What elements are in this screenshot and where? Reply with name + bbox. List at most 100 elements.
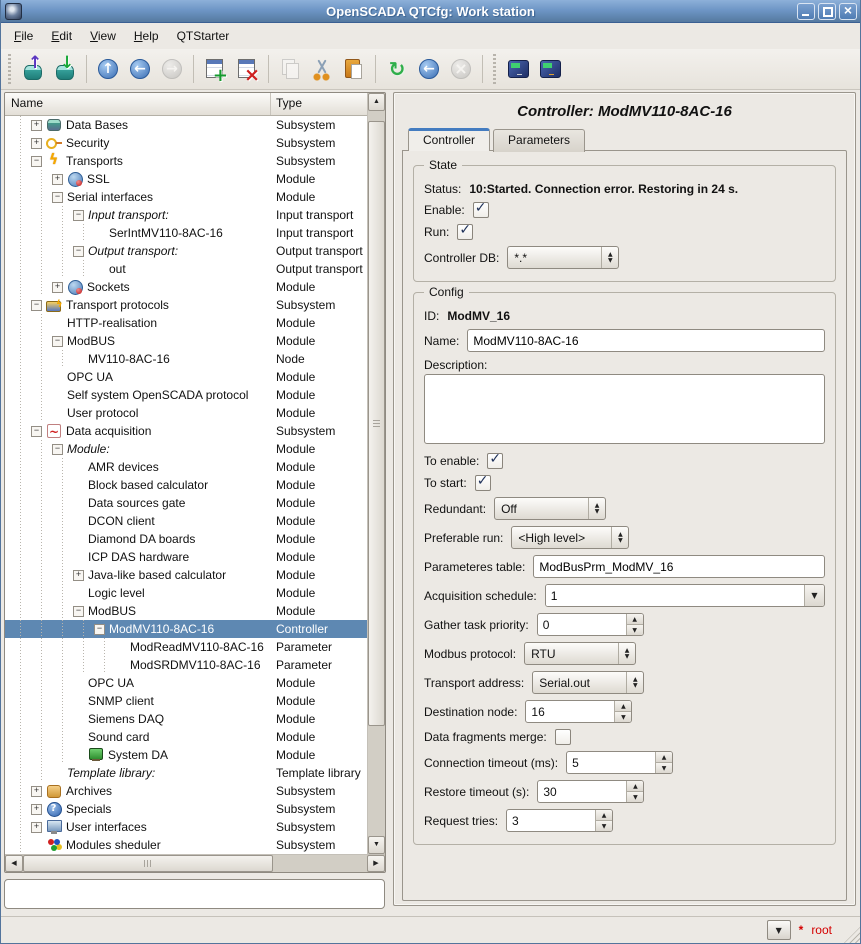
collapse-icon[interactable]: − bbox=[31, 156, 42, 167]
status-dropdown-button[interactable] bbox=[767, 920, 791, 940]
tree-row[interactable]: Self system OpenSCADA protocolModule bbox=[5, 386, 367, 404]
tree-row[interactable]: MV110-8AC-16Node bbox=[5, 350, 367, 368]
to-enable-checkbox[interactable] bbox=[487, 453, 503, 469]
spin-up-icon[interactable]: ▲ bbox=[627, 614, 643, 624]
tree-row[interactable]: −Transport protocolsSubsystem bbox=[5, 296, 367, 314]
tree-row[interactable]: Block based calculatorModule bbox=[5, 476, 367, 494]
scroll-down-icon[interactable] bbox=[368, 836, 385, 854]
name-field[interactable] bbox=[467, 329, 825, 352]
tab-controller[interactable]: Controller bbox=[408, 128, 490, 151]
tree-row[interactable]: Siemens DAQModule bbox=[5, 710, 367, 728]
tree-row[interactable]: SerIntMV110-8AC-16Input transport bbox=[5, 224, 367, 242]
tree-row[interactable]: ModSRDMV110-8AC-16Parameter bbox=[5, 656, 367, 674]
resize-grip[interactable] bbox=[844, 927, 860, 943]
toolbar-handle[interactable] bbox=[491, 54, 499, 84]
collapse-icon[interactable]: − bbox=[73, 210, 84, 221]
add-item-button[interactable] bbox=[200, 54, 230, 84]
tree-row[interactable]: Sound cardModule bbox=[5, 728, 367, 746]
horizontal-scroll-track[interactable] bbox=[23, 855, 367, 872]
menu-file[interactable]: File bbox=[5, 26, 42, 46]
controller-db-combo[interactable]: *.* bbox=[507, 246, 619, 269]
combo-arrows-icon[interactable] bbox=[611, 527, 628, 548]
to-start-checkbox[interactable] bbox=[475, 475, 491, 491]
tree-row[interactable]: System DAModule bbox=[5, 746, 367, 764]
delete-item-button[interactable] bbox=[232, 54, 262, 84]
tree-row[interactable]: User protocolModule bbox=[5, 404, 367, 422]
menu-qtstarter[interactable]: QTStarter bbox=[168, 26, 239, 46]
redundant-combo[interactable]: Off bbox=[494, 497, 606, 520]
tree-row[interactable]: HTTP-realisationModule bbox=[5, 314, 367, 332]
tree-horizontal-scrollbar[interactable] bbox=[5, 854, 385, 872]
dropdown-arrow-icon[interactable] bbox=[804, 585, 824, 606]
collapse-icon[interactable]: − bbox=[52, 336, 63, 347]
destination-node-stepper[interactable]: 16 ▲▼ bbox=[525, 700, 632, 723]
refresh-button[interactable] bbox=[382, 54, 412, 84]
tree-row[interactable]: −Data acquisitionSubsystem bbox=[5, 422, 367, 440]
save-to-db-button[interactable] bbox=[50, 54, 80, 84]
scroll-up-icon[interactable] bbox=[368, 93, 385, 111]
tree-row[interactable]: +User interfacesSubsystem bbox=[5, 818, 367, 836]
tree-row[interactable]: OPC UAModule bbox=[5, 674, 367, 692]
tree-row[interactable]: Diamond DA boardsModule bbox=[5, 530, 367, 548]
close-button[interactable] bbox=[839, 3, 857, 20]
transport-address-combo[interactable]: Serial.out bbox=[532, 671, 644, 694]
request-tries-stepper[interactable]: 3 ▲▼ bbox=[506, 809, 613, 832]
tree-row[interactable]: −ModBUSModule bbox=[5, 602, 367, 620]
tree-row[interactable]: −Module:Module bbox=[5, 440, 367, 458]
expand-icon[interactable]: + bbox=[52, 174, 63, 185]
tree-row[interactable]: −Input transport:Input transport bbox=[5, 206, 367, 224]
collapse-icon[interactable]: − bbox=[52, 192, 63, 203]
tree-row[interactable]: +SSLModule bbox=[5, 170, 367, 188]
spin-down-icon[interactable]: ▼ bbox=[596, 820, 612, 831]
tree-row[interactable]: −TransportsSubsystem bbox=[5, 152, 367, 170]
tree-edit-input[interactable] bbox=[4, 879, 385, 909]
collapse-icon[interactable]: − bbox=[73, 606, 84, 617]
paste-item-button[interactable] bbox=[339, 54, 369, 84]
run-checkbox[interactable] bbox=[457, 224, 473, 240]
connection-timeout-stepper[interactable]: 5 ▲▼ bbox=[566, 751, 673, 774]
spin-down-icon[interactable]: ▼ bbox=[627, 791, 643, 802]
tree-row[interactable]: −Output transport:Output transport bbox=[5, 242, 367, 260]
data-fragments-merge-checkbox[interactable] bbox=[555, 729, 571, 745]
tree-row[interactable]: +SecuritySubsystem bbox=[5, 134, 367, 152]
up-button[interactable] bbox=[93, 54, 123, 84]
combo-arrows-icon[interactable] bbox=[601, 247, 618, 268]
tree-row[interactable]: Logic levelModule bbox=[5, 584, 367, 602]
tree-row[interactable]: DCON clientModule bbox=[5, 512, 367, 530]
tree-row[interactable]: +ArchivesSubsystem bbox=[5, 782, 367, 800]
gather-task-priority-stepper[interactable]: 0 ▲▼ bbox=[537, 613, 644, 636]
expand-icon[interactable]: + bbox=[31, 138, 42, 149]
expand-icon[interactable]: + bbox=[31, 804, 42, 815]
start-updating-button[interactable] bbox=[414, 54, 444, 84]
load-from-db-button[interactable] bbox=[18, 54, 48, 84]
acquisition-schedule-combo[interactable] bbox=[545, 584, 825, 607]
tree-row[interactable]: ModReadMV110-8AC-16Parameter bbox=[5, 638, 367, 656]
spin-up-icon[interactable]: ▲ bbox=[615, 701, 631, 711]
tree-vertical-scrollbar[interactable] bbox=[367, 93, 385, 854]
expand-icon[interactable]: + bbox=[31, 120, 42, 131]
collapse-icon[interactable]: − bbox=[31, 300, 42, 311]
collapse-icon[interactable]: − bbox=[52, 444, 63, 455]
tree-row[interactable]: −ModMV110-8AC-16Controller bbox=[5, 620, 367, 638]
scroll-right-icon[interactable] bbox=[367, 855, 385, 872]
tree-row[interactable]: AMR devicesModule bbox=[5, 458, 367, 476]
collapse-icon[interactable]: − bbox=[73, 246, 84, 257]
back-button[interactable] bbox=[125, 54, 155, 84]
horizontal-scroll-thumb[interactable] bbox=[23, 855, 273, 872]
menu-help[interactable]: Help bbox=[125, 26, 168, 46]
vertical-scroll-thumb[interactable] bbox=[368, 121, 385, 726]
tree-row[interactable]: +Data BasesSubsystem bbox=[5, 116, 367, 134]
parameteres-table-field[interactable] bbox=[533, 555, 825, 578]
toolbar-handle[interactable] bbox=[6, 54, 14, 84]
enable-checkbox[interactable] bbox=[473, 202, 489, 218]
expand-icon[interactable]: + bbox=[31, 822, 42, 833]
tree-row[interactable]: outOutput transport bbox=[5, 260, 367, 278]
tree-row[interactable]: +Java-like based calculatorModule bbox=[5, 566, 367, 584]
qtstarter-configurator-button[interactable] bbox=[503, 54, 533, 84]
tree-row[interactable]: −ModBUSModule bbox=[5, 332, 367, 350]
spin-up-icon[interactable]: ▲ bbox=[656, 752, 672, 762]
spin-up-icon[interactable]: ▲ bbox=[627, 781, 643, 791]
qtstarter-launch-button[interactable] bbox=[535, 54, 565, 84]
expand-icon[interactable]: + bbox=[52, 282, 63, 293]
tab-parameters[interactable]: Parameters bbox=[493, 129, 585, 152]
